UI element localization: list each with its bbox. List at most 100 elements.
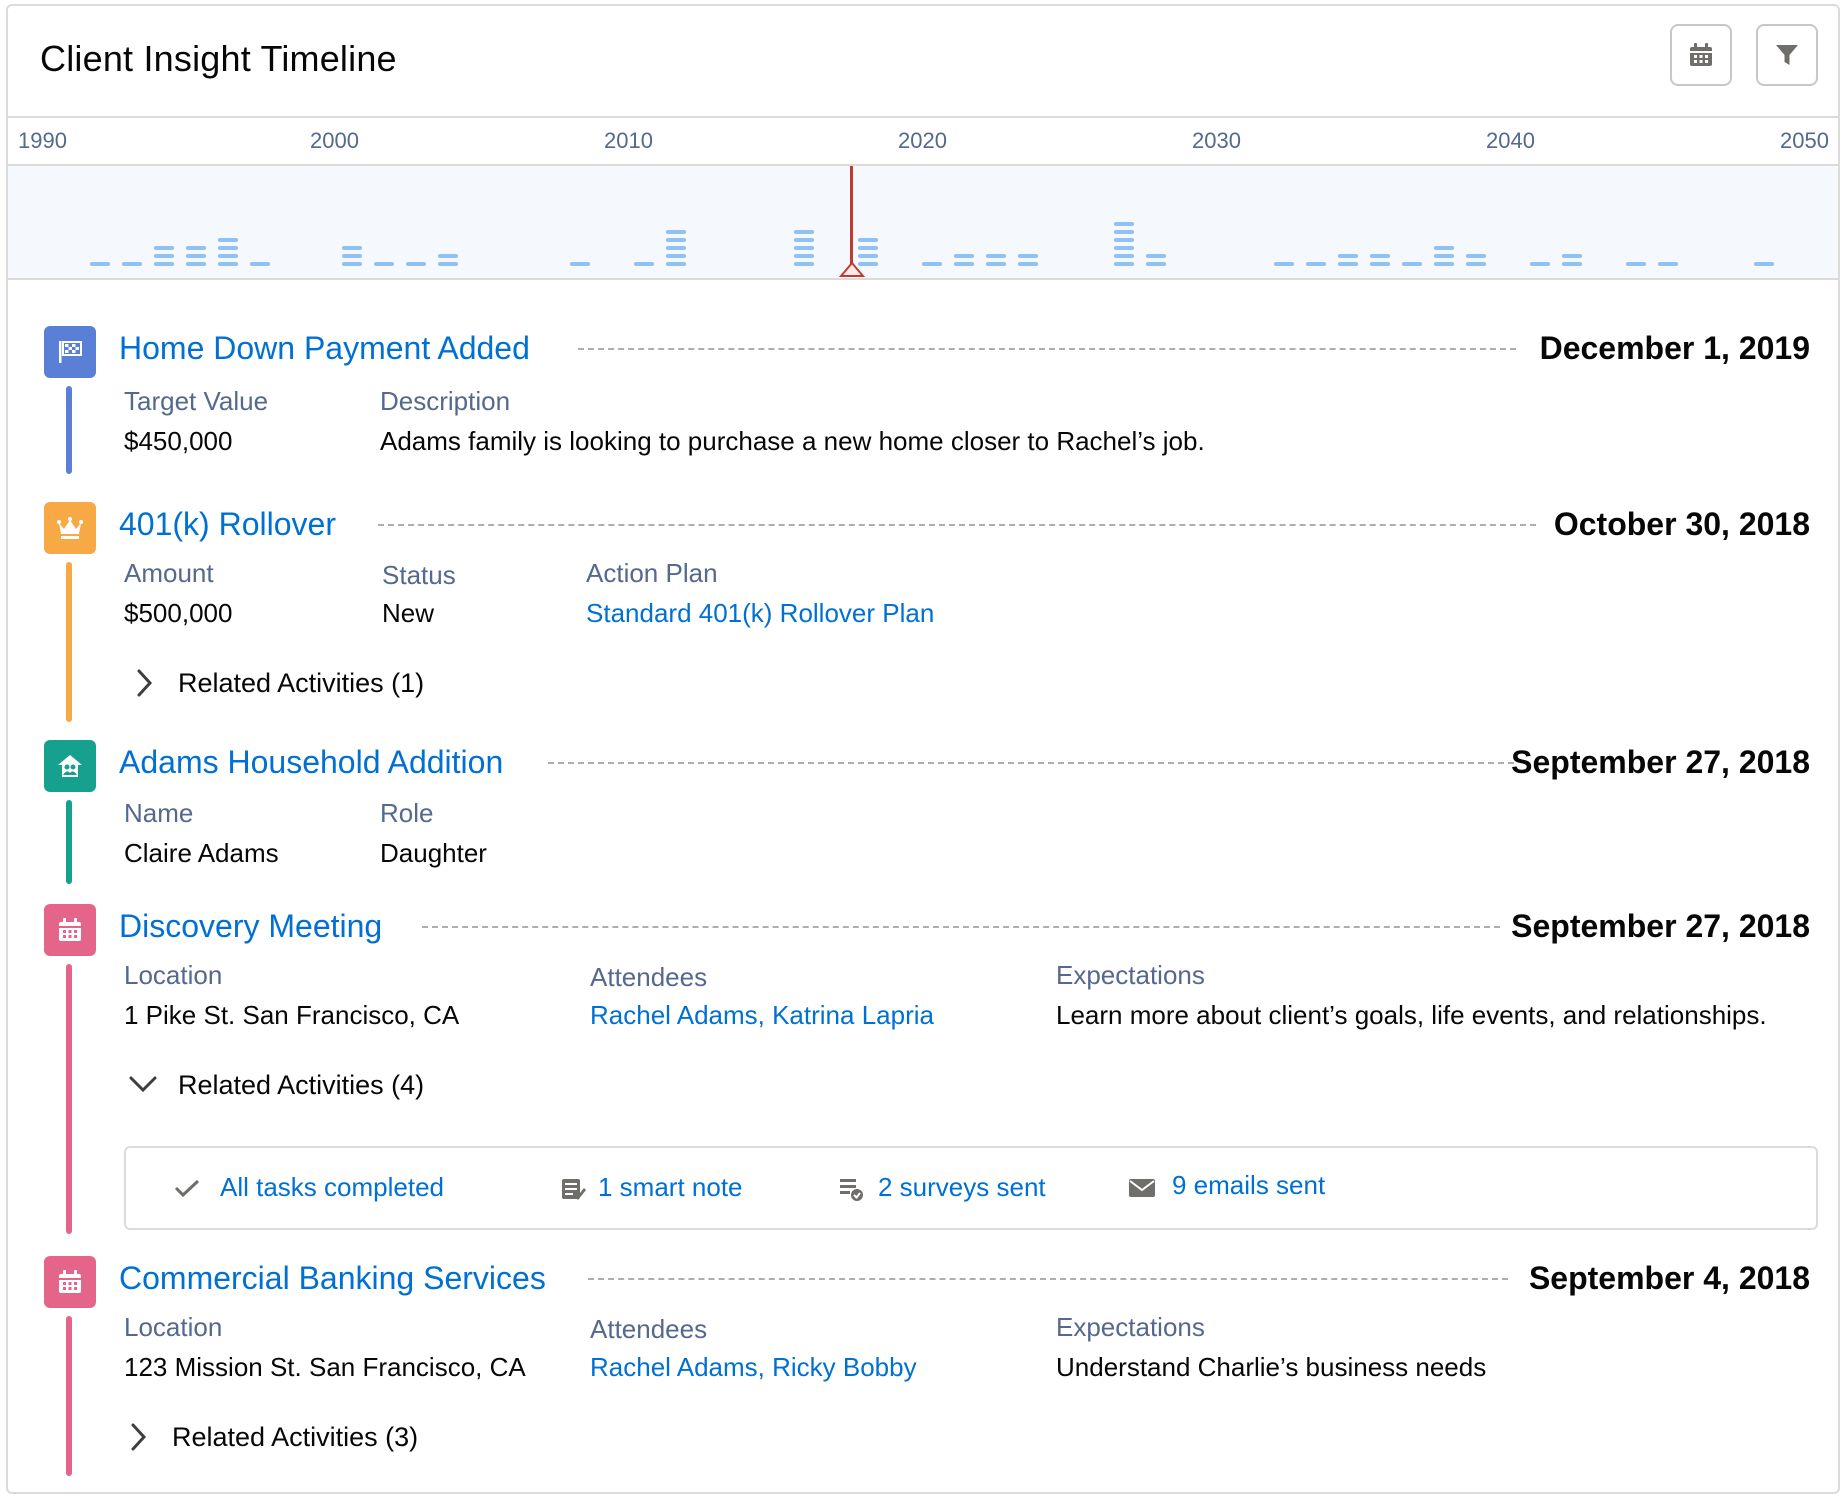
item-title-link[interactable]: Discovery Meeting	[119, 908, 405, 945]
histogram-dash	[1146, 254, 1166, 258]
related-activities-panel: All tasks completed 1 smart note 2 surve…	[124, 1146, 1818, 1230]
item-date: October 30, 2018	[1553, 506, 1810, 542]
chevron-right-icon[interactable]	[128, 1422, 148, 1452]
histogram-dash	[1402, 262, 1422, 266]
attendees-link[interactable]: Rachel Adams, Katrina Lapria	[590, 1000, 934, 1031]
histogram-dash	[1114, 262, 1134, 266]
surveys-sent-link[interactable]: 2 surveys sent	[878, 1172, 1046, 1203]
action-plan-link[interactable]: Standard 401(k) Rollover Plan	[586, 598, 934, 629]
histogram-dash	[218, 246, 238, 250]
item-title-link[interactable]: Commercial Banking Services	[119, 1260, 568, 1297]
field-label: Location	[124, 960, 223, 990]
axis-tick: 2030	[1192, 128, 1241, 153]
axis-tick: 2040	[1486, 128, 1535, 153]
histogram-dash	[186, 262, 206, 266]
timeline-connector	[66, 800, 72, 884]
field-label: Role	[380, 798, 434, 828]
histogram-dash	[218, 238, 238, 242]
item-title-link[interactable]: Home Down Payment Added	[119, 330, 552, 367]
histogram-dash	[794, 246, 814, 250]
histogram-dash	[250, 262, 270, 266]
household-icon-badge	[44, 740, 96, 792]
histogram-dash	[1018, 254, 1038, 258]
related-activities-toggle[interactable]: Related Activities (4)	[178, 1070, 424, 1101]
chevron-down-icon[interactable]	[128, 1074, 158, 1094]
field-label: Action Plan	[586, 558, 718, 588]
field-label: Location	[124, 1312, 223, 1342]
emails-sent-link[interactable]: 9 emails sent	[1172, 1170, 1325, 1201]
axis-tick: 2020	[898, 128, 947, 153]
histogram-dash	[1626, 262, 1646, 266]
histogram-dash	[570, 262, 590, 266]
filter-icon	[1776, 45, 1798, 65]
histogram-dash	[154, 246, 174, 250]
field-value: Learn more about client’s goals, life ev…	[1056, 1000, 1767, 1030]
histogram-dash	[1114, 230, 1134, 234]
filter-button[interactable]	[1756, 24, 1818, 86]
axis-tick: 2000	[310, 128, 359, 153]
field-label: Attendees	[590, 1314, 708, 1344]
smart-note-link[interactable]: 1 smart note	[598, 1172, 743, 1203]
date-range-button[interactable]	[1670, 24, 1732, 86]
histogram-dash	[186, 246, 206, 250]
histogram-dash	[1018, 262, 1038, 266]
histogram-dash	[954, 254, 974, 258]
histogram-dash	[858, 238, 878, 242]
calendar-icon-badge	[44, 1256, 96, 1308]
current-date-marker[interactable]	[850, 166, 853, 270]
histogram-dash	[186, 254, 206, 258]
histogram-dash	[218, 254, 238, 258]
histogram-dash	[1434, 262, 1454, 266]
item-title-link[interactable]: Adams Household Addition	[119, 744, 526, 781]
histogram-dash	[1658, 262, 1678, 266]
crown-icon	[57, 517, 83, 539]
chevron-right-icon[interactable]	[134, 668, 154, 698]
histogram-dash	[1434, 254, 1454, 258]
attendees-link[interactable]: Rachel Adams, Ricky Bobby	[590, 1352, 917, 1383]
field-label: Name	[124, 798, 194, 828]
field-value: $500,000	[124, 598, 233, 628]
field-label: Amount	[124, 558, 214, 588]
histogram-dash	[1754, 262, 1774, 266]
tasks-completed-link[interactable]: All tasks completed	[220, 1172, 444, 1203]
dashed-separator	[578, 348, 1516, 350]
timeline-card: Client Insight Timeline 1990 2000 2010 2…	[6, 4, 1840, 1494]
histogram-dash	[154, 254, 174, 258]
item-date: December 1, 2019	[1539, 330, 1810, 366]
calendar-icon-badge	[44, 904, 96, 956]
histogram-dash	[986, 254, 1006, 258]
field-label: Description	[380, 386, 511, 416]
email-icon	[1129, 1179, 1155, 1197]
histogram-dash	[1114, 246, 1134, 250]
household-icon	[58, 755, 82, 777]
field-value: 1 Pike St. San Francisco, CA	[124, 1000, 460, 1030]
item-date: September 27, 2018	[1511, 908, 1810, 944]
histogram-dash	[794, 254, 814, 258]
marker-handle-icon[interactable]	[839, 262, 865, 278]
histogram-dash	[122, 262, 142, 266]
histogram-dash	[794, 238, 814, 242]
histogram-dash	[342, 246, 362, 250]
timeline-axis: 1990 2000 2010 2020 2030 2040 2050	[8, 116, 1838, 166]
timeline-histogram[interactable]	[8, 166, 1838, 280]
field-label: Expectations	[1056, 960, 1205, 990]
field-value: $450,000	[124, 426, 233, 456]
histogram-dash	[438, 254, 458, 258]
histogram-dash	[1562, 262, 1582, 266]
histogram-dash	[1274, 262, 1294, 266]
item-title-link[interactable]: 401(k) Rollover	[119, 506, 358, 543]
histogram-dash	[986, 262, 1006, 266]
timeline-connector	[66, 1316, 72, 1476]
item-date: September 27, 2018	[1511, 744, 1810, 780]
histogram-dash	[342, 254, 362, 258]
dashed-separator	[378, 524, 1536, 526]
field-value: Claire Adams	[124, 838, 279, 868]
histogram-dash	[794, 230, 814, 234]
field-label: Target Value	[124, 386, 269, 416]
timeline-connector	[66, 562, 72, 722]
field-value: Daughter	[380, 838, 487, 868]
histogram-dash	[1114, 222, 1134, 226]
related-activities-toggle[interactable]: Related Activities (1)	[178, 668, 424, 699]
related-activities-toggle[interactable]: Related Activities (3)	[172, 1422, 418, 1453]
histogram-dash	[1370, 262, 1390, 266]
